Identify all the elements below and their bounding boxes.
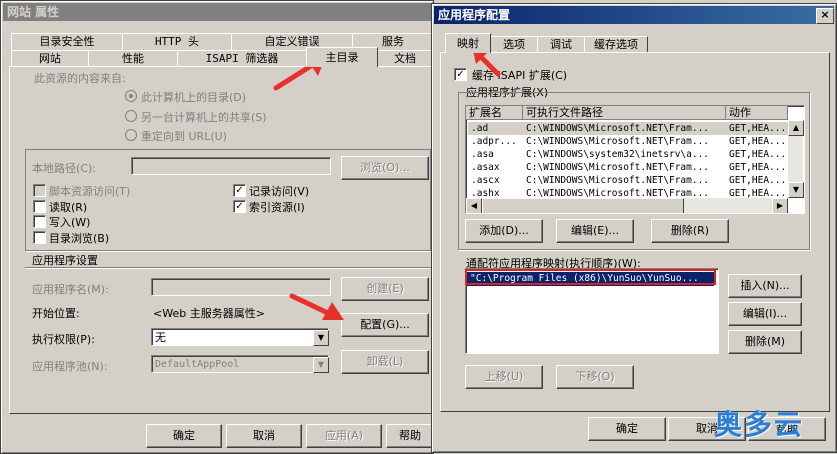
ext-row[interactable]: .ad C:\WINDOWS\Microsoft.NET\Fram... GET,H… (468, 122, 788, 135)
tab-documents[interactable]: 文档 (377, 50, 433, 67)
watermark-logo: 奥多云 (714, 408, 805, 441)
move-up-button[interactable]: 上移(U) (465, 365, 543, 389)
radio-local-directory[interactable] (125, 90, 137, 102)
props-cancel-button[interactable]: 取消 (226, 424, 302, 448)
script-access-label: 脚本资源访问(T) (49, 185, 131, 198)
app-settings-group (25, 267, 431, 268)
content-source-label: 此资源的内容来自: (34, 72, 126, 85)
website-properties-dialog: 网站 属性 目录安全性 HTTP 头 自定义错误 服务 网站 性能 ISAPI … (0, 0, 434, 454)
start-position-value: <Web 主服务器属性> (153, 307, 265, 320)
tab-performance[interactable]: 性能 (88, 50, 178, 67)
edit-button[interactable]: 编辑(E)... (556, 219, 634, 243)
app-name-label: 应用程序名(M): (32, 283, 109, 296)
scroll-thumb[interactable] (482, 198, 684, 213)
ext-row[interactable]: .ascx C:\WINDOWS\Microsoft.NET\Fram... GET… (468, 174, 788, 187)
dir-browse-checkbox[interactable] (33, 231, 46, 244)
props-title: 网站 属性 (7, 5, 60, 19)
read-label: 读取(R) (49, 201, 88, 214)
local-path-label: 本地路径(C): (32, 162, 96, 175)
tab-website[interactable]: 网站 (11, 50, 89, 67)
app-pool-label: 应用程序池(N): (32, 360, 108, 373)
props-titlebar: 网站 属性 (3, 3, 431, 21)
log-visits-label: 记录访问(V) (249, 185, 310, 198)
move-down-button[interactable]: 下移(O) (556, 365, 634, 389)
props-ok-button[interactable]: 确定 (146, 424, 222, 448)
col-extension[interactable]: 扩展名 (466, 106, 523, 120)
radio-network-share-label: 另一台计算机上的共享(S) (141, 111, 267, 124)
cache-isapi-checkbox[interactable]: ✓ (454, 68, 467, 81)
radio-redirect-url[interactable] (125, 129, 137, 141)
create-button[interactable]: 创建(E) (341, 277, 429, 301)
dir-browse-label: 目录浏览(B) (49, 232, 110, 245)
tab-http-headers[interactable]: HTTP 头 (122, 33, 232, 50)
radio-network-share[interactable] (125, 110, 137, 122)
scroll-down-icon[interactable]: ▼ (788, 182, 804, 198)
exec-permissions-label: 执行权限(P): (32, 333, 95, 346)
index-checkbox[interactable]: ✓ (233, 200, 246, 213)
ext-row[interactable]: .asax C:\WINDOWS\Microsoft.NET\Fram... GET… (468, 161, 788, 174)
exec-permissions-dropdown-icon[interactable]: ▼ (313, 330, 329, 346)
edit-wildcard-button[interactable]: 编辑(I)... (728, 302, 802, 326)
ext-row[interactable]: .asa C:\WINDOWS\system32\inetsrv\a... GET,… (468, 148, 788, 161)
col-exec-path[interactable]: 可执行文件路径 (523, 106, 726, 120)
radio-redirect-url-label: 重定向到 URL(U) (141, 130, 227, 143)
app-settings-label: 应用程序设置 (32, 254, 98, 267)
scroll-up-icon[interactable]: ▲ (788, 120, 804, 136)
props-apply-button[interactable]: 应用(A) (306, 424, 382, 448)
write-label: 写入(W) (49, 216, 91, 229)
local-path-field[interactable] (131, 157, 331, 175)
add-button[interactable]: 添加(D)... (465, 219, 543, 243)
close-icon[interactable]: × (816, 8, 834, 24)
ext-row[interactable]: .adpr... C:\WINDOWS\Microsoft.NET\Fram...… (468, 135, 788, 148)
unload-button[interactable]: 卸载(L) (341, 350, 429, 374)
scroll-left-icon[interactable]: ◀ (466, 198, 482, 213)
script-access-checkbox[interactable] (33, 184, 46, 197)
tab-directory-security[interactable]: 目录安全性 (11, 33, 123, 50)
tab-home-directory[interactable]: 主目录 (306, 47, 378, 67)
insert-button[interactable]: 插入(N)... (728, 274, 802, 298)
app-pool-select[interactable]: DefaultAppPool (151, 355, 329, 373)
highlight-box (465, 269, 716, 285)
index-label: 索引资源(I) (249, 201, 305, 214)
configure-button[interactable]: 配置(G)... (341, 313, 429, 337)
appconf-titlebar: 应用程序配置 (434, 6, 834, 24)
remove-wildcard-button[interactable]: 删除(M) (728, 330, 802, 354)
radio-local-directory-label: 此计算机上的目录(D) (141, 91, 247, 104)
tab-debugging[interactable]: 调试 (537, 36, 585, 53)
exec-permissions-select[interactable]: 无 (151, 328, 329, 346)
write-checkbox[interactable] (33, 215, 46, 228)
tab-mappings[interactable]: 映射 (445, 33, 491, 53)
tab-cache-options[interactable]: 缓存选项 (584, 36, 648, 53)
appconf-title: 应用程序配置 (438, 8, 511, 22)
col-verbs[interactable]: 动作 (726, 106, 788, 120)
app-pool-dropdown-icon[interactable]: ▼ (313, 357, 329, 373)
props-help-button[interactable]: 帮助 (386, 424, 434, 448)
extensions-list[interactable]: 扩展名 可执行文件路径 动作 .ad C:\WINDOWS\Microsoft.N… (465, 105, 805, 214)
log-visits-checkbox[interactable]: ✓ (233, 184, 246, 197)
start-position-label: 开始位置: (32, 307, 80, 320)
annotation-arrow-configure (289, 293, 344, 320)
scroll-right-icon[interactable]: ▶ (772, 198, 788, 213)
read-checkbox[interactable] (33, 200, 46, 213)
appconf-ok-button[interactable]: 确定 (588, 417, 666, 441)
remove-button[interactable]: 删除(R) (651, 219, 729, 243)
browse-button[interactable]: 浏览(O)... (341, 156, 429, 180)
